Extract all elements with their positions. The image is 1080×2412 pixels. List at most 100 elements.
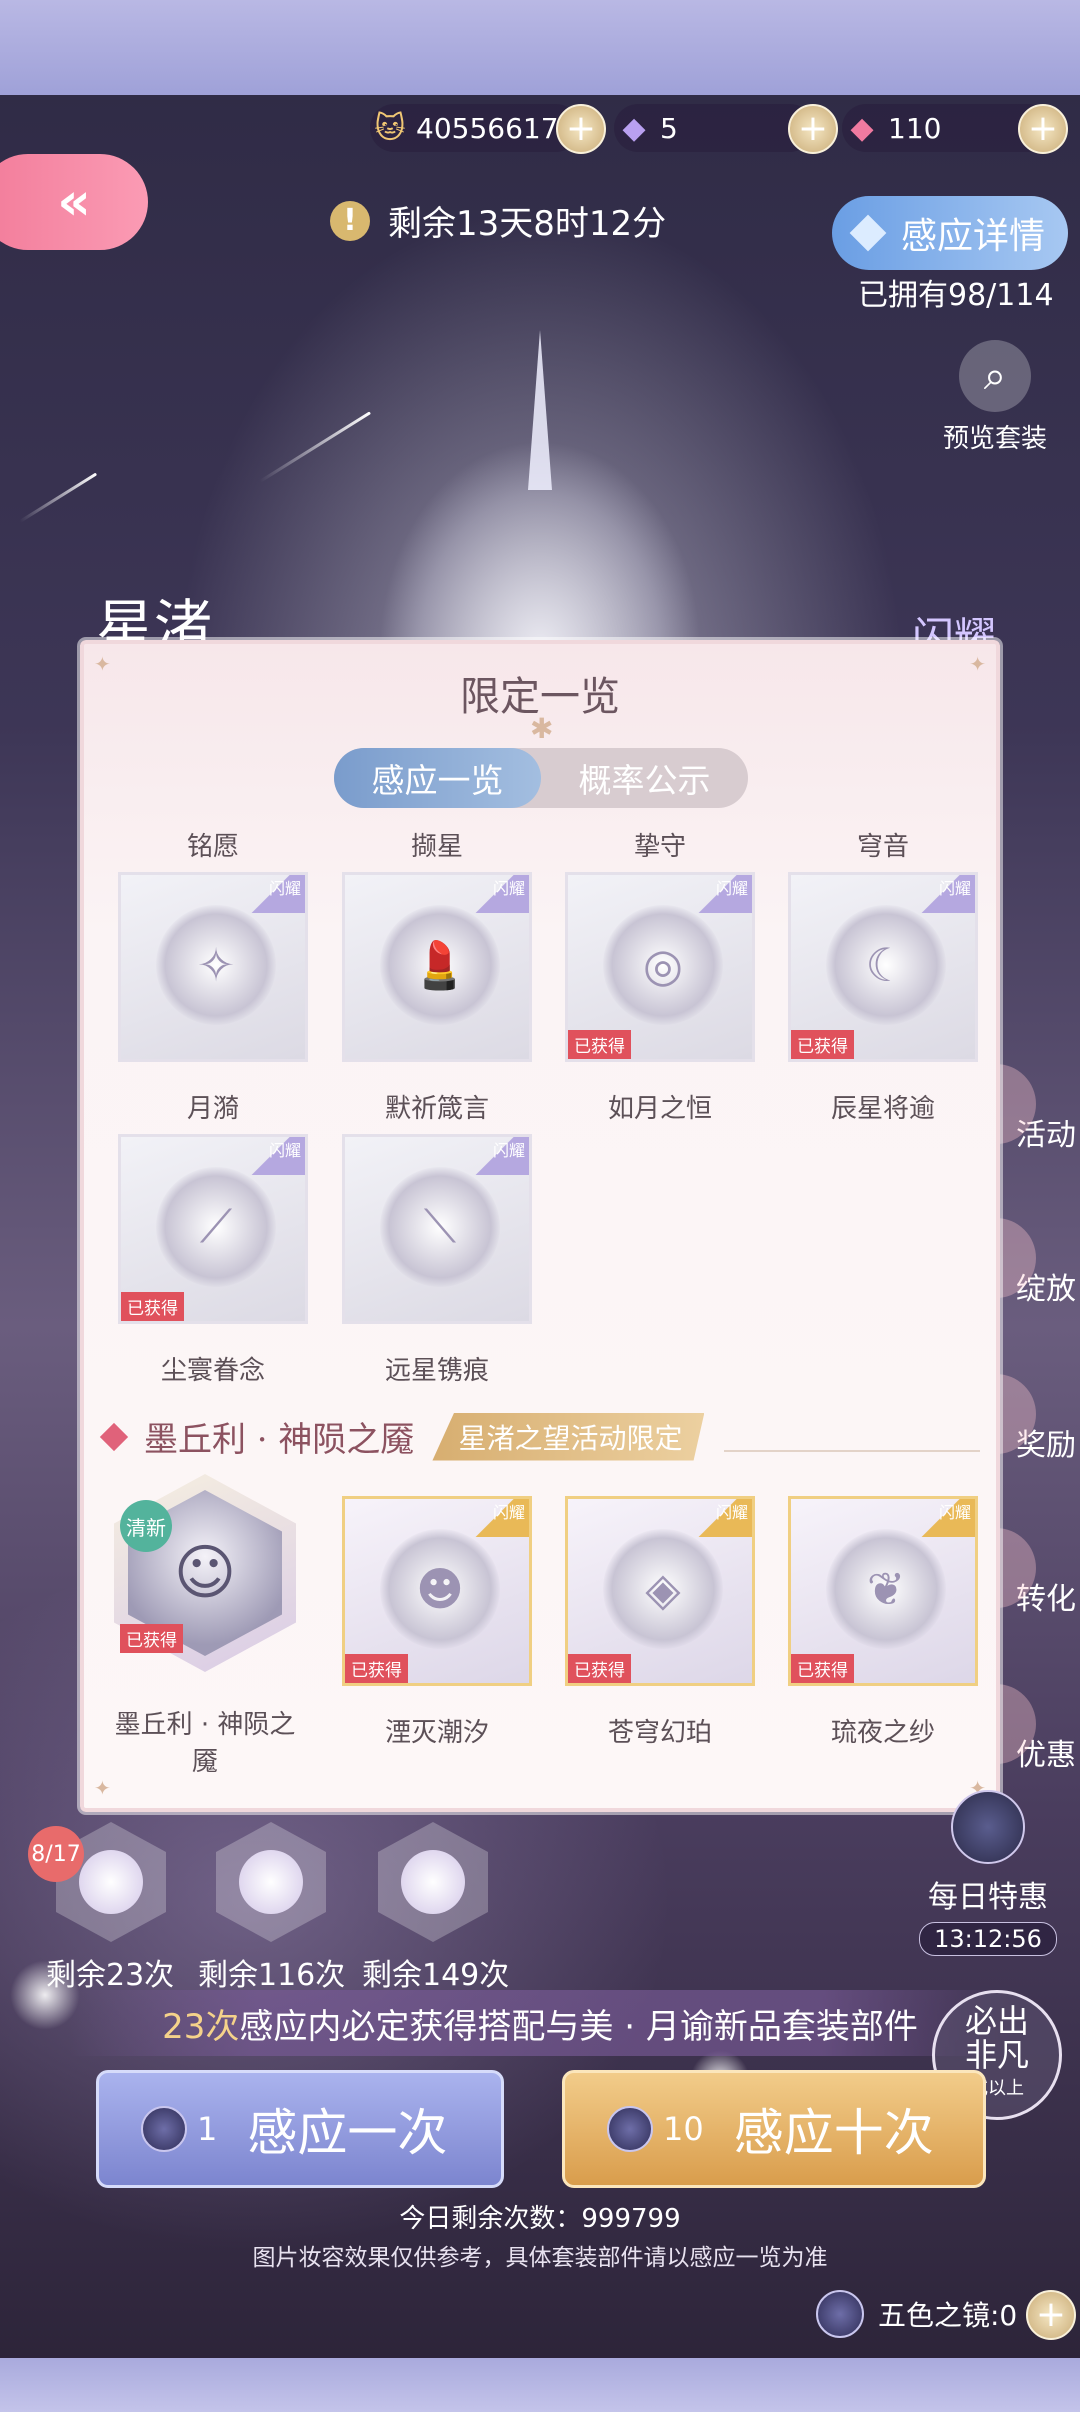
style-badge: 清新 (120, 1500, 172, 1552)
obtained-badge: 已获得 (791, 1654, 854, 1683)
diamond-counter: ◆ 5 (614, 104, 814, 152)
rarity-ribbon: 闪耀 (692, 875, 752, 913)
item-label: 辰星将逾 (830, 1094, 935, 1124)
rarity-ribbon: 闪耀 (692, 1499, 752, 1537)
star-ornament: ✱ (530, 712, 554, 745)
obtained-badge: 已获得 (120, 1624, 183, 1653)
add-gems-button[interactable]: + (1018, 104, 1068, 154)
item-card[interactable]: ◈ 闪耀 已获得 (565, 1496, 755, 1686)
event-limited-badge: 星渚之望活动限定 (432, 1412, 705, 1461)
remaining-today: 今日剩余次数：999799 (399, 2204, 681, 2234)
orb-icon (239, 1850, 303, 1914)
gem-value: 110 (888, 111, 942, 145)
diamond-value: 5 (660, 111, 678, 145)
mirror-counter: 五色之镜:0 (816, 2290, 1017, 2338)
crown-decoration (528, 330, 552, 490)
add-mirror-button[interactable]: + (1026, 2290, 1076, 2340)
draw-ten-button[interactable]: 10 感应十次 (562, 2070, 986, 2188)
pink-gem-icon: ◆ (850, 110, 874, 146)
magnifier-icon: ⌕ (959, 340, 1031, 412)
diamond-icon (99, 1422, 129, 1451)
add-coins-button[interactable]: + (556, 104, 606, 154)
shoes-icon: ◎ (603, 905, 723, 1025)
item-card[interactable]: ❦ 闪耀 已获得 (788, 1496, 978, 1686)
portrait-icon (401, 1850, 465, 1914)
seal-text: 非凡 (964, 2036, 1029, 2074)
item-label: 苍穹幻珀 (607, 1718, 712, 1748)
gem-icon (849, 214, 887, 252)
lashes-icon: ⟋ (156, 1167, 276, 1287)
globe-icon (951, 1790, 1025, 1864)
obtained-badge: 已获得 (791, 1030, 854, 1059)
crystal-orb-icon (141, 2106, 187, 2152)
event-timer: ! 剩余13天8时12分 (330, 196, 666, 245)
guarantee-count: 23次 (162, 2006, 240, 2047)
earring-icon: ◈ (603, 1529, 723, 1649)
mirror-value: 五色之镜:0 (878, 2299, 1018, 2332)
item-label: 默祈箴言 (384, 1094, 489, 1124)
item-card[interactable]: ✧ 闪耀 (118, 872, 308, 1062)
item-card[interactable]: ⟍ 闪耀 (342, 1134, 532, 1324)
item-label: 远星镌痕 (384, 1356, 489, 1386)
group-label: 穹音 (856, 832, 909, 862)
divider (724, 1450, 980, 1452)
rarity-ribbon: 闪耀 (915, 875, 975, 913)
back-arrow-icon: « (57, 172, 91, 232)
rarity-ribbon: 闪耀 (469, 1137, 529, 1175)
brow-icon: ⟍ (380, 1167, 500, 1287)
hair-icon: ☻ (380, 1529, 500, 1649)
detail-button[interactable]: 感应详情 (832, 196, 1068, 270)
item-card[interactable]: ☻ 闪耀 已获得 (342, 1496, 532, 1686)
rarity-ribbon: 闪耀 (915, 1499, 975, 1537)
item-label: 琉夜之纱 (830, 1718, 935, 1748)
item-label: 如月之恒 (607, 1094, 712, 1124)
add-diamonds-button[interactable]: + (788, 104, 838, 154)
item-label: 墨丘利 · 神陨之魇 (114, 1710, 296, 1777)
preview-label: 预览套装 (942, 424, 1047, 454)
draw-cost: 10 (663, 2110, 704, 2148)
daily-deal-timer: 13:12:56 (919, 1922, 1057, 1956)
draw-once-button[interactable]: 1 感应一次 (96, 2070, 504, 2188)
detail-button-label: 感应详情 (900, 216, 1045, 257)
rarity-ribbon: 闪耀 (245, 1137, 305, 1175)
item-card[interactable]: ☾ 闪耀 已获得 (788, 872, 978, 1062)
obtained-badge: 已获得 (568, 1654, 631, 1683)
item-card[interactable]: ◎ 闪耀 已获得 (565, 872, 755, 1062)
item-label: 湮灭潮汐 (384, 1718, 489, 1748)
timer-text: 剩余13天8时12分 (388, 204, 667, 244)
rarity-ribbon: 闪耀 (245, 875, 305, 913)
owned-count: 已拥有98/114 (858, 278, 1054, 313)
accessory-icon: ☾ (826, 905, 946, 1025)
item-label: 尘寰眷念 (160, 1356, 265, 1386)
makeup-icon: 💄 (380, 905, 500, 1025)
suit-name: 墨丘利 · 神陨之魇 (144, 1420, 415, 1460)
tab-draw-list[interactable]: 感应一览 (334, 748, 541, 808)
daily-deal-button[interactable]: 每日特惠 13:12:56 (900, 1790, 1076, 1956)
draw-ten-label: 感应十次 (733, 2104, 934, 2162)
coin-counter: 🐱 40556617 (370, 104, 580, 152)
item-label: 月漪 (186, 1094, 239, 1124)
mirror-icon (816, 2290, 864, 2338)
back-button[interactable]: « (0, 154, 148, 250)
pool-remaining: 剩余116次 (198, 1958, 346, 1993)
obtained-badge: 已获得 (345, 1654, 408, 1683)
item-card[interactable]: ⟋ 闪耀 已获得 (118, 1134, 308, 1324)
guarantee-text: 感应内必定获得搭配与美 · 月谕新品套装部件 (239, 2006, 918, 2047)
draw-once-label: 感应一次 (247, 2104, 448, 2162)
suit-header: 墨丘利 · 神陨之魇 星渚之望活动限定 (99, 1412, 705, 1461)
jewelry-icon: ✧ (156, 905, 276, 1025)
tab-probability[interactable]: 概率公示 (541, 748, 748, 808)
disclaimer: 图片妆容效果仅供参考，具体套装部件请以感应一览为准 (252, 2245, 828, 2271)
daily-deal-title: 每日特惠 (928, 1880, 1048, 1915)
obtained-badge: 已获得 (121, 1292, 184, 1321)
corner-ornament: ✦ (94, 1776, 111, 1800)
bow-icon: ❦ (826, 1529, 946, 1649)
rarity-ribbon: 闪耀 (469, 875, 529, 913)
group-label: 撷星 (410, 832, 463, 862)
preview-outfit-button[interactable]: ⌕ 预览套装 (940, 340, 1050, 455)
guarantee-banner: 23次 感应内必定获得搭配与美 · 月谕新品套装部件 (70, 1990, 1010, 2056)
obtained-badge: 已获得 (568, 1030, 631, 1059)
item-card[interactable]: 💄 闪耀 (342, 872, 532, 1062)
top-frame-strip (0, 0, 1080, 95)
group-label: 铭愿 (186, 832, 239, 862)
